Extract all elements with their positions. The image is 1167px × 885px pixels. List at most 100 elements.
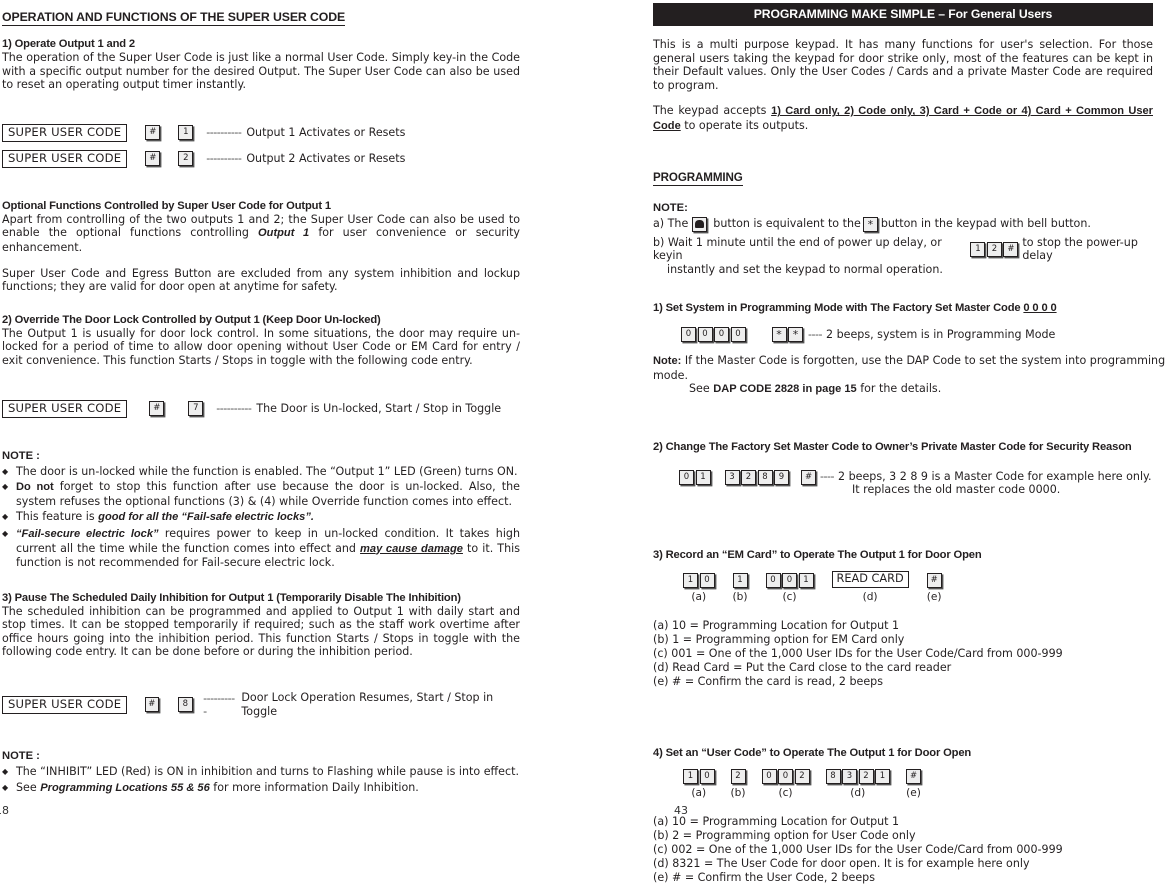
r-s1-head-a: 1) Set System in Programming Mode with T… <box>653 302 1024 315</box>
key-group-label: (a) <box>691 786 707 799</box>
r-s1-head-code: 0 0 0 0 <box>1023 302 1057 315</box>
r-s1-note2-c: for the details. <box>856 382 942 396</box>
star-key-icon: * <box>788 327 803 343</box>
dash-separator: ---------- <box>206 152 242 166</box>
key-group-keys: 001 <box>765 572 814 588</box>
page-title: OPERATION AND FUNCTIONS OF THE SUPER USE… <box>2 10 346 26</box>
r-s1-note-line2: See DAP CODE 2828 in page 15 for the det… <box>689 382 1167 397</box>
digit-key-icon: 8 <box>178 697 193 713</box>
section-2-paragraph: The Output 1 is usually for door lock co… <box>2 326 520 367</box>
note-a-row: a) The button is equivalent to the * but… <box>653 216 1167 232</box>
code-entry-row-output2: SUPER USER CODE # 2 ---------- Output 2 … <box>2 149 520 168</box>
super-user-code-box: SUPER USER CODE <box>2 149 128 168</box>
key-group-label: (b) <box>730 786 746 799</box>
r-s1-note2-a: See <box>689 382 714 396</box>
note-text-fragment: forget to stop this function after use b… <box>16 480 520 508</box>
digit-key-icon: 2 <box>178 151 194 167</box>
code-entry-row-unlock: SUPER USER CODE # 7 ---------- The Door … <box>2 399 520 418</box>
key-group: 0 0 2 (c) <box>761 768 810 799</box>
note-a-text-1: a) The <box>653 217 689 231</box>
definition-line: (a) 10 = Programming Location for Output… <box>653 618 900 632</box>
note-text-fragment: Programming Locations 55 & 56 <box>40 781 210 794</box>
dash-separator: ---- <box>808 328 823 342</box>
r-s1-note: Note: If the Master Code is forgotten, u… <box>653 354 1167 382</box>
definition-line: (c) 002 = One of the 1,000 User IDs for … <box>653 842 1063 856</box>
section-3-note-list: The “INHIBIT” LED (Red) is ON in inhibit… <box>2 765 520 795</box>
digit-key-icon: 0 <box>761 768 777 784</box>
r-s1-note-line1: If the Master Code is forgotten, use the… <box>653 354 1166 382</box>
key-group-keys: 10 <box>683 572 715 588</box>
note-b-text-3: instantly and set the keypad to normal o… <box>667 262 943 276</box>
key-group: 1 0 (a) <box>683 572 715 603</box>
intro-paragraph-1: This is a multi purpose keypad. It has m… <box>653 38 1153 92</box>
star-key-icon: * <box>771 327 787 343</box>
hash-key-icon: # <box>1003 241 1019 257</box>
note-a-text-3: button in the keypad with bell button. <box>880 217 1091 231</box>
header-bar-title: PROGRAMMING MAKE SIMPLE – For General Us… <box>653 3 1153 26</box>
bell-key-icon <box>692 216 708 232</box>
definition-line: (e) # = Confirm the card is read, 2 beep… <box>653 674 883 688</box>
key-group-keys: 10 <box>683 768 715 784</box>
key-group-label: (c) <box>778 786 793 799</box>
dash-separator: ---- <box>820 469 835 483</box>
new-master-code-keys: 3289 <box>724 469 789 485</box>
note-list-item: The door is un-locked while the function… <box>2 465 520 479</box>
optional-functions-paragraph-2: Super User Code and Egress Button are ex… <box>2 266 520 294</box>
entry-result-text: Output 2 Activates or Resets <box>246 152 406 166</box>
r-s1-result: 2 beeps, system is in Programming Mode <box>826 327 1056 341</box>
left-page-number: 18 <box>0 804 9 817</box>
definition-line: (d) 8321 = The User Code for door open. … <box>653 856 1030 870</box>
star-key-icon: * <box>862 216 878 232</box>
digit-key-icon: 1 <box>798 572 814 588</box>
key-group: 2 (b) <box>730 768 746 799</box>
code-entry-row-resume: SUPER USER CODE # 8 ---------- Door Lock… <box>2 691 520 718</box>
note-b-keys: 1 2 # <box>970 241 1019 257</box>
opt-p1-emph: Output 1 <box>258 227 310 240</box>
super-user-code-box: SUPER USER CODE <box>2 123 128 142</box>
section-2-note-label: NOTE : <box>2 449 40 462</box>
note-list-item: This feature is good for all the “Fail-s… <box>2 510 520 525</box>
note-text-fragment: may cause damage <box>360 542 463 555</box>
r-section-4-definitions: (a) 10 = Programming Location for Output… <box>653 815 1167 885</box>
hash-key-icon: # <box>149 401 165 417</box>
key-group-label: (e) <box>926 590 942 603</box>
note-text-fragment: See <box>16 780 41 794</box>
optional-functions-heading: Optional Functions Controlled by Super U… <box>2 199 331 212</box>
key-group: READ CARD (d) <box>831 570 909 603</box>
r-section-1-heading: 1) Set System in Programming Mode with T… <box>653 302 1167 314</box>
hash-key-icon: # <box>144 697 159 713</box>
definition-line: (d) Read Card = Put the Card close to th… <box>653 660 952 674</box>
dash-separator: ---------- <box>203 691 235 718</box>
hash-key-icon: # <box>145 125 161 141</box>
digit-key-icon: 2 <box>794 768 810 784</box>
entry-result-text: Door Lock Operation Resumes, Start / Sto… <box>241 691 494 718</box>
code-entry-row-output1: SUPER USER CODE # 1 ---------- Output 1 … <box>2 123 520 142</box>
digit-key-icon: 0 <box>699 768 715 784</box>
definition-line: (e) # = Confirm the User Code, 2 beeps <box>653 870 875 884</box>
digit-key-icon: 1 <box>178 125 194 141</box>
digit-key-icon: 9 <box>774 469 789 485</box>
digit-key-icon: 1 <box>970 241 986 257</box>
key-group: # (e) <box>926 572 942 603</box>
hash-key-icon: # <box>906 768 921 784</box>
digit-key-icon: 2 <box>986 241 1002 257</box>
key-group-keys: 2 <box>730 768 746 784</box>
intro2-a: The keypad accepts <box>653 104 772 118</box>
digit-key-icon: 3 <box>724 469 740 485</box>
r-section-4-heading: 4) Set an “User Code” to Operate The Out… <box>653 746 972 759</box>
note-text-fragment: This feature is <box>16 510 99 524</box>
r-section-4-key-sequence: 1 0 (a) 2 (b) 0 0 2 (c) 8 3 2 1 (d) # (e) <box>683 768 1167 799</box>
r-section-1-entry: 0000 * * ---- 2 beeps, system is in Progr… <box>681 327 1167 343</box>
digit-key-icon: 1 <box>683 768 698 784</box>
r-section-3-definitions: (a) 10 = Programming Location for Output… <box>653 619 1167 689</box>
entry-result-text: Output 1 Activates or Resets <box>246 126 406 140</box>
hash-key-icon: # <box>801 469 816 485</box>
optional-functions-paragraph-1: Apart from controlling of the two output… <box>2 213 520 255</box>
key-group-keys: # <box>926 572 942 588</box>
section-3-heading: 3) Pause The Scheduled Daily Inhibition … <box>2 591 461 604</box>
key-group-label: (e) <box>906 786 921 799</box>
super-user-code-box: SUPER USER CODE <box>2 695 128 714</box>
dash-separator: ---------- <box>206 126 242 140</box>
r-s1-note2-b: DAP CODE 2828 in page 15 <box>713 383 857 396</box>
key-group-label: (c) <box>782 590 797 603</box>
